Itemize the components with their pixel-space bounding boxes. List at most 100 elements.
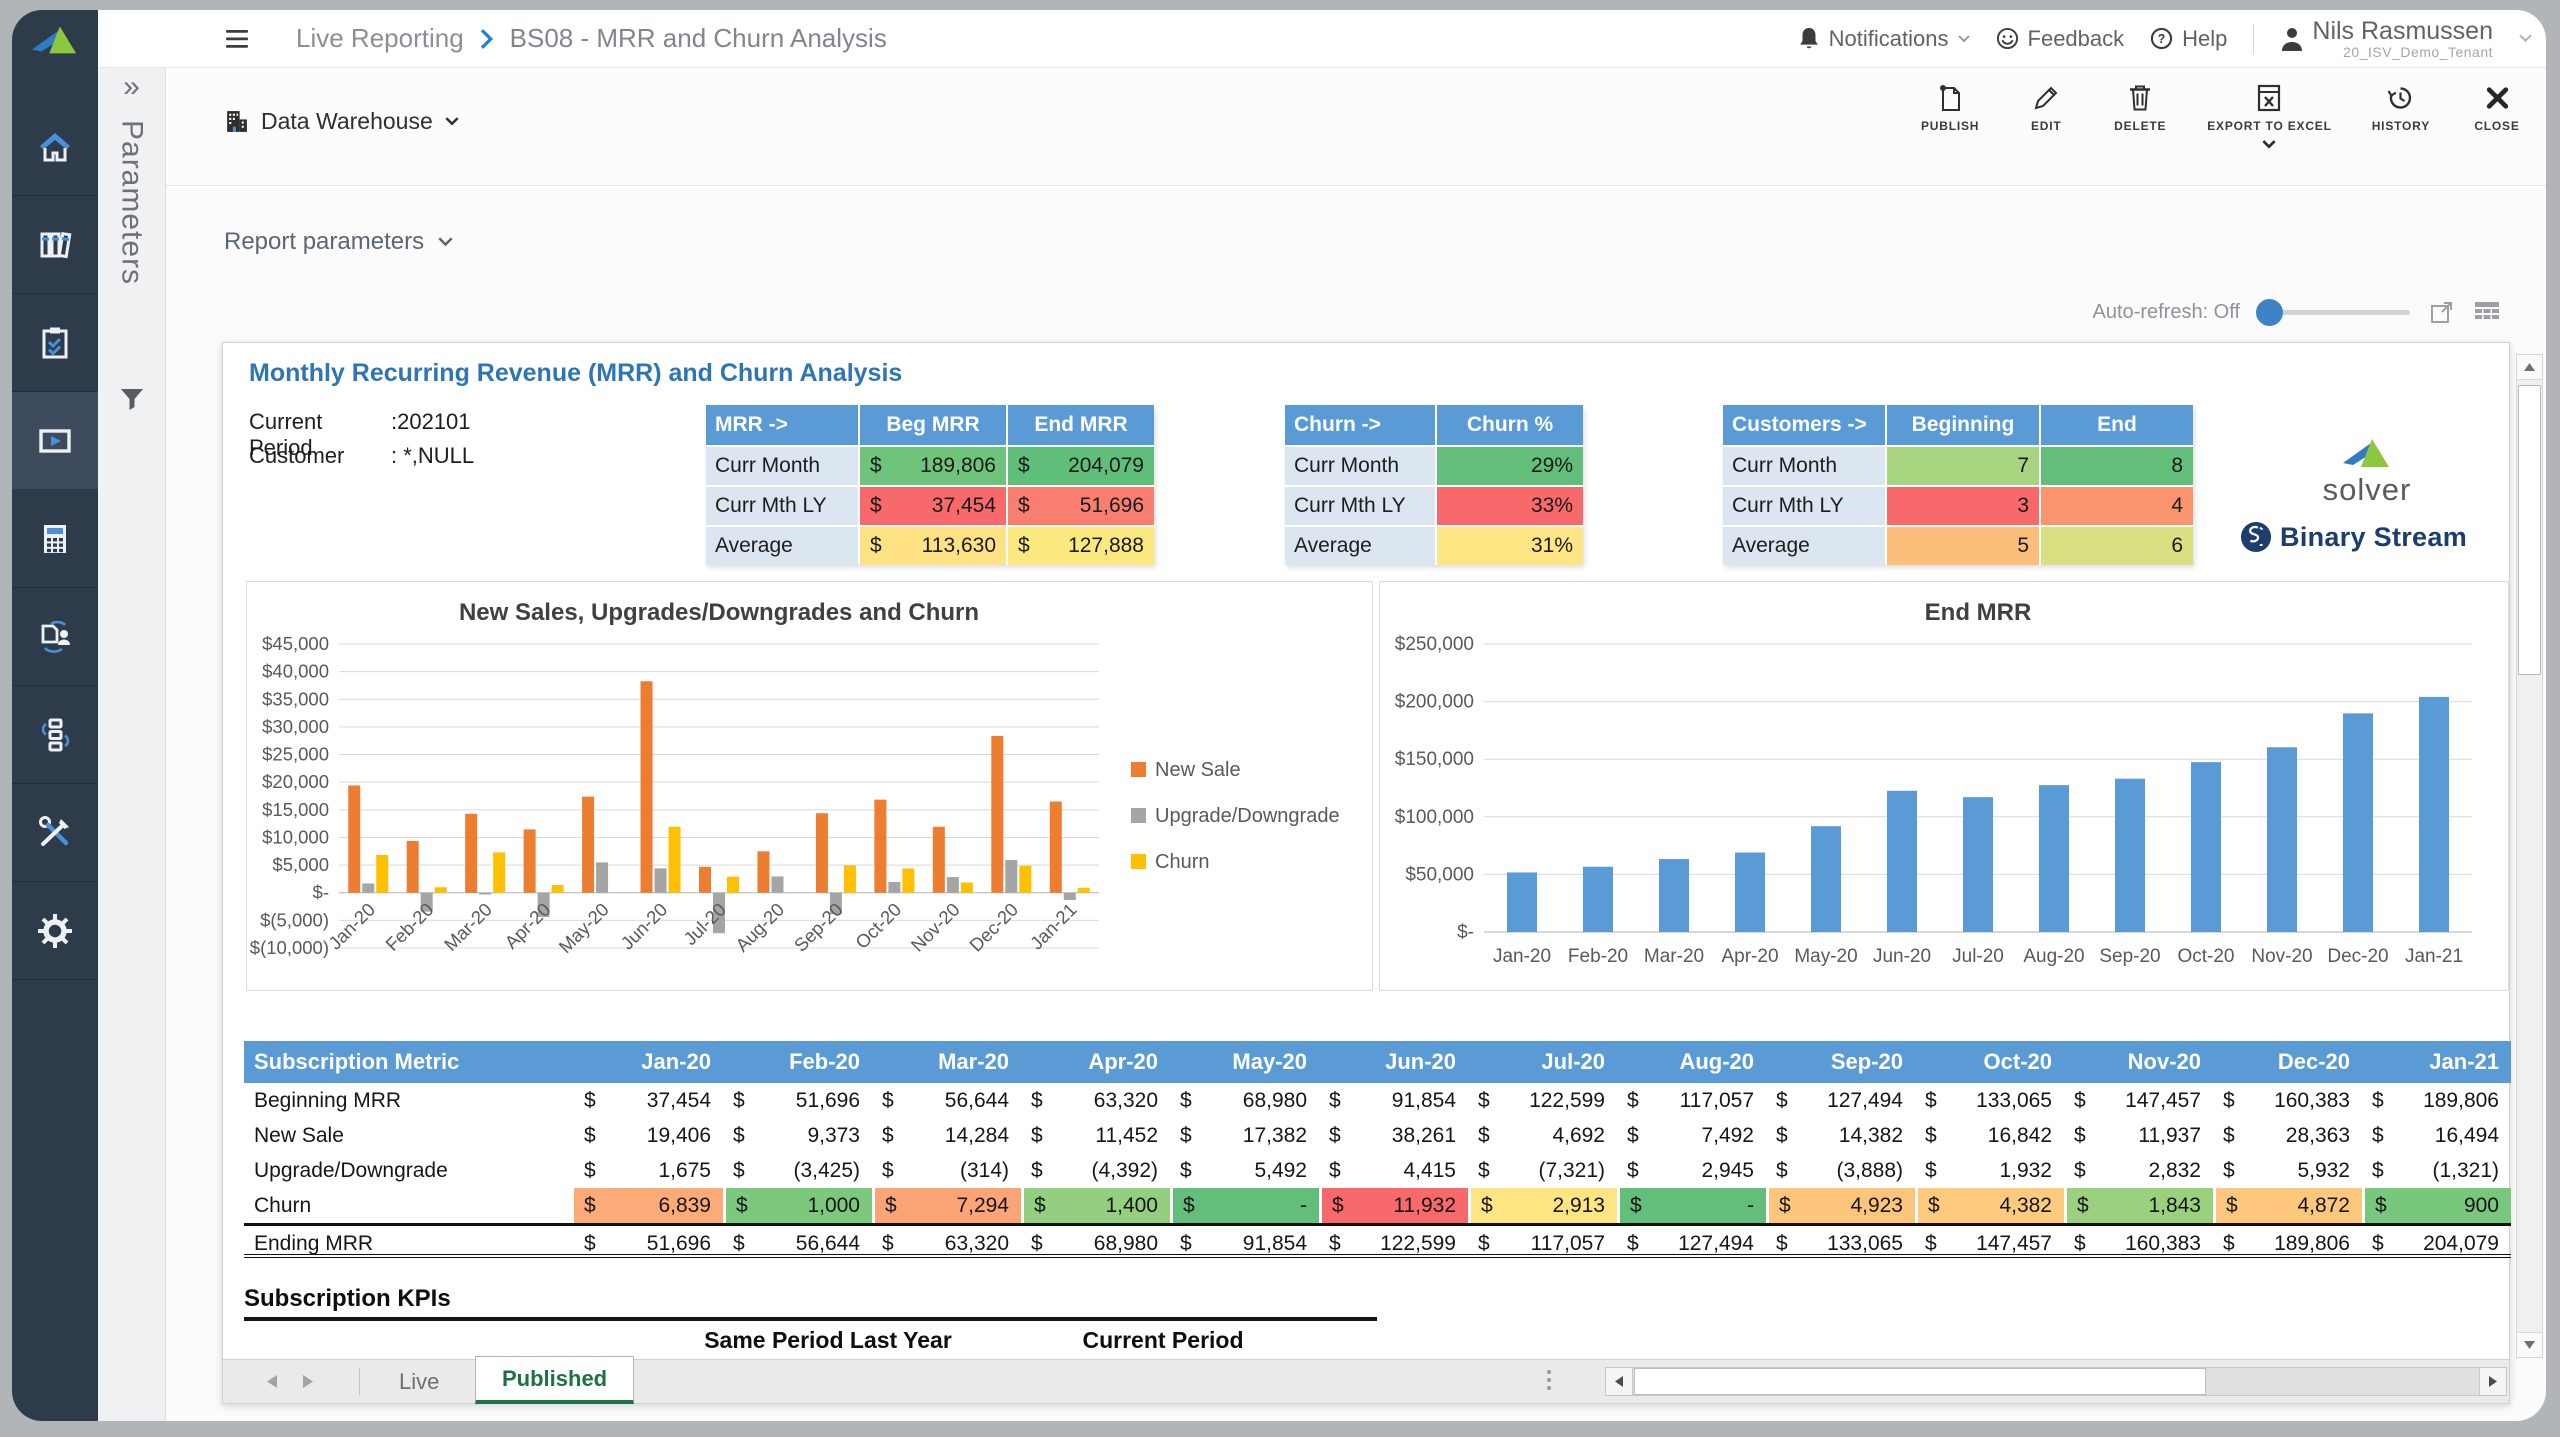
binary-stream-mark-icon [2240,521,2272,553]
filter-funnel-icon[interactable] [119,386,145,417]
svg-text:Churn: Churn [1155,851,1209,873]
vertical-scrollbar-thumb[interactable] [2518,385,2541,675]
sidebar-item-home[interactable] [12,98,98,196]
sheet-next-icon[interactable] [303,1375,313,1388]
scroll-down-button[interactable] [2517,1332,2542,1357]
svg-text:Dec-20: Dec-20 [2327,946,2388,967]
excel-icon [2257,84,2281,112]
sidebar-item-budgeting[interactable] [12,490,98,588]
table-view-icon[interactable] [2474,300,2500,324]
data-source-selector[interactable]: Data Warehouse [224,108,459,135]
sheet-nav-arrows [267,1375,313,1388]
subscription-metric-table: Subscription MetricJan-20Feb-20Mar-20Apr… [244,1041,2511,1258]
svg-text:$-: $- [1457,922,1474,943]
svg-text:$-: $- [313,882,329,903]
sidebar-item-tasks[interactable] [12,294,98,392]
pop-out-icon[interactable] [2430,300,2454,324]
scroll-left-button[interactable] [1606,1368,1633,1395]
auto-refresh-slider[interactable] [2260,310,2410,315]
svg-text:Feb-20: Feb-20 [381,899,437,955]
table-header-month: Jan-21 [2362,1041,2511,1083]
help-button[interactable]: ? Help [2150,26,2227,52]
solver-logo: solver [2287,435,2447,508]
export-to-excel-button[interactable]: EXPORT TO EXCEL [2207,84,2331,149]
svg-text:$25,000: $25,000 [262,744,329,765]
sidebar-item-workflow[interactable] [12,686,98,784]
table-value-cell: $(3,888) [1766,1153,1915,1188]
table-row-label: Upgrade/Downgrade [244,1153,574,1188]
sidebar-item-settings[interactable] [12,882,98,980]
expand-panel-icon[interactable]: » [98,70,165,104]
summary-value-cell: 6 [2041,527,2193,565]
table-value-cell: $17,382 [1170,1118,1319,1153]
table-header-month: May-20 [1170,1041,1319,1083]
table-value-cell: $68,980 [1021,1223,1170,1258]
svg-text:Jun-20: Jun-20 [1873,946,1931,967]
svg-text:Nov-20: Nov-20 [907,899,964,956]
auto-refresh-slider-knob[interactable] [2256,299,2283,326]
table-value-cell: $56,644 [723,1223,872,1258]
table-value-cell: $117,057 [1468,1223,1617,1258]
sheet-tab-live[interactable]: Live [373,1360,465,1404]
solver-mark-icon [2334,435,2400,469]
publish-button[interactable]: PUBLISH [1921,84,1979,149]
svg-text:Apr-20: Apr-20 [500,899,554,953]
vertical-scrollbar[interactable] [2516,354,2543,1358]
summary-header-cell: Beginning [1887,405,2039,445]
svg-text:$50,000: $50,000 [1405,864,1474,885]
report-canvas: Monthly Recurring Revenue (MRR) and Chur… [222,342,2510,1404]
sheet-tab-published[interactable]: Published [475,1356,634,1404]
svg-text:New Sale: New Sale [1155,759,1241,781]
table-value-cell: $4,692 [1468,1118,1617,1153]
notifications-button[interactable]: Notifications [1798,26,1970,52]
table-value-cell: $1,675 [574,1153,723,1188]
table-value-cell: $28,363 [2213,1118,2362,1153]
close-button[interactable]: CLOSE [2470,84,2524,149]
solver-logo-mark[interactable] [12,10,98,68]
sidebar-item-live-reporting[interactable] [12,392,98,490]
scroll-up-button[interactable] [2517,355,2542,380]
svg-text:$250,000: $250,000 [1395,634,1474,655]
svg-text:Feb-20: Feb-20 [1568,946,1628,967]
table-header-month: Sep-20 [1766,1041,1915,1083]
table-value-cell: $(314) [872,1153,1021,1188]
horizontal-scrollbar[interactable] [1605,1367,2507,1396]
svg-text:Aug-20: Aug-20 [731,899,788,956]
scroll-right-button[interactable] [2479,1368,2506,1395]
table-value-cell: $68,980 [1170,1083,1319,1118]
chevron-down-icon[interactable] [2519,34,2532,43]
kpi-column-current-period: Current Period [1023,1327,1303,1354]
report-parameters-toggle[interactable]: Report parameters [224,228,453,256]
table-value-cell: $4,415 [1319,1153,1468,1188]
churn-summary-table: Churn ->Churn %Curr Month29%Curr Mth LY3… [1285,405,1583,565]
summary-value-cell: 4 [2041,487,2193,525]
sidebar-item-admin-tools[interactable] [12,784,98,882]
parameters-panel-label[interactable]: Parameters [115,120,149,285]
help-icon: ? [2150,27,2173,50]
sidebar-item-archives[interactable] [12,196,98,294]
splitter-handle[interactable] [1547,1370,1551,1390]
feedback-button[interactable]: Feedback [1996,26,2125,52]
new-sales-upgrades-churn-chart: $45,000$40,000$35,000$30,000$25,000$20,0… [247,582,1372,990]
summary-value-cell: $113,630 [860,527,1006,565]
breadcrumb-section[interactable]: Live Reporting [296,23,464,54]
svg-text:$(5,000): $(5,000) [260,909,329,930]
summary-row-label: Curr Month [1285,447,1435,485]
sheet-prev-icon[interactable] [267,1375,277,1388]
delete-button[interactable]: DELETE [2113,84,2167,149]
table-value-cell: $9,373 [723,1118,872,1153]
menu-icon[interactable] [226,29,252,49]
horizontal-scrollbar-thumb[interactable] [1634,1368,2206,1395]
tab-divider [359,1368,360,1395]
user-menu[interactable]: Nils Rasmussen 20_ISV_Demo_Tenant [2280,18,2493,60]
table-value-cell: $147,457 [1915,1223,2064,1258]
chevron-down-icon [438,237,453,247]
workflow-icon [35,715,75,755]
binary-stream-logo: Binary Stream [2240,521,2467,553]
svg-text:Dec-20: Dec-20 [965,899,1022,956]
sidebar-item-assignments[interactable] [12,588,98,686]
history-button[interactable]: HISTORY [2372,84,2430,149]
subscription-kpis-heading: Subscription KPIs [244,1285,451,1312]
edit-button[interactable]: EDIT [2019,84,2073,149]
sidebar [12,10,98,1421]
